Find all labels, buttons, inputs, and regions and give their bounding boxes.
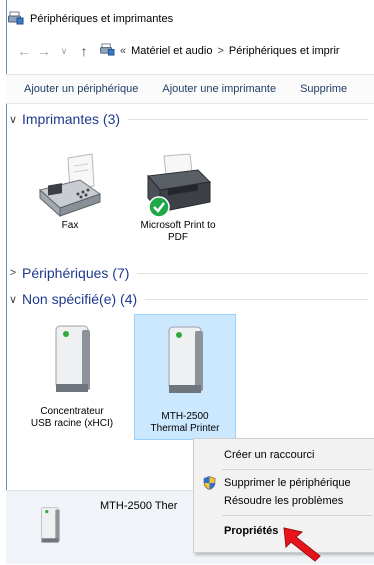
device-label-line1: Concentrateur bbox=[40, 406, 104, 417]
red-pointer-arrow-icon bbox=[282, 526, 324, 565]
breadcrumb: « Matériel et audio > Périphériques et i… bbox=[100, 43, 340, 59]
menu-item-label: Résoudre les problèmes bbox=[224, 495, 344, 507]
menu-item-label: Créer un raccourci bbox=[224, 449, 315, 461]
collapse-chevron-icon[interactable]: > bbox=[6, 267, 20, 279]
device-mth-2500-thermal-printer[interactable]: MTH-2500 Thermal Printer bbox=[134, 314, 236, 440]
device-microsoft-print-to-pdf[interactable]: Microsoft Print to PDF bbox=[128, 150, 228, 260]
group-header-unspecified[interactable]: ∨ Non spécifié(e) (4) bbox=[6, 290, 374, 308]
menu-item-create-shortcut[interactable]: Créer un raccourci bbox=[194, 445, 374, 465]
details-device-icon bbox=[34, 501, 66, 554]
group-divider bbox=[145, 298, 368, 300]
menu-separator bbox=[222, 515, 372, 516]
group-divider bbox=[128, 118, 368, 120]
breadcrumb-hardware-sound[interactable]: Matériel et audio bbox=[131, 45, 212, 57]
device-usb-root-hub[interactable]: Concentrateur USB racine (xHCI) bbox=[20, 318, 124, 438]
location-icon bbox=[100, 43, 115, 59]
add-device-button[interactable]: Ajouter un périphérique bbox=[6, 83, 150, 95]
expand-chevron-icon[interactable]: ∨ bbox=[6, 293, 20, 306]
menu-item-label: Supprimer le périphérique bbox=[224, 477, 351, 489]
menu-item-remove-device[interactable]: Supprimer le périphérique bbox=[194, 473, 374, 493]
remove-device-button[interactable]: Supprime bbox=[288, 83, 359, 95]
breadcrumb-devices-printers[interactable]: Périphériques et imprir bbox=[229, 45, 340, 57]
menu-separator bbox=[222, 469, 372, 470]
breadcrumb-separator[interactable]: > bbox=[217, 45, 223, 57]
device-fax[interactable]: Fax bbox=[26, 150, 114, 250]
device-label-line2: PDF bbox=[168, 232, 188, 243]
device-label: Fax bbox=[61, 220, 79, 231]
group-header-printers[interactable]: ∨ Imprimantes (3) bbox=[6, 110, 374, 128]
add-printer-button[interactable]: Ajouter une imprimante bbox=[150, 83, 288, 95]
generic-device-icon bbox=[135, 315, 235, 411]
printer-icon bbox=[128, 150, 228, 220]
devices-printers-icon bbox=[8, 11, 24, 28]
expand-chevron-icon[interactable]: ∨ bbox=[6, 113, 20, 126]
command-bar: Ajouter un périphérique Ajouter une impr… bbox=[6, 74, 374, 104]
device-label-line2: Thermal Printer bbox=[150, 423, 220, 434]
group-header-devices[interactable]: > Périphériques (7) bbox=[6, 264, 374, 282]
group-divider bbox=[137, 272, 368, 274]
forward-icon[interactable]: → bbox=[34, 41, 54, 61]
device-label-line1: Microsoft Print to bbox=[140, 220, 216, 231]
window-title: Périphériques et imprimantes bbox=[30, 13, 174, 25]
device-label-line2: USB racine (xHCI) bbox=[30, 418, 114, 429]
default-printer-check-icon bbox=[148, 196, 170, 222]
address-bar: ← → ∨ ↑ « Matériel et audio > Périphériq… bbox=[14, 40, 374, 62]
back-icon[interactable]: ← bbox=[14, 41, 34, 61]
group-label-unspecified: Non spécifié(e) (4) bbox=[22, 291, 138, 307]
group-label-printers: Imprimantes (3) bbox=[22, 111, 121, 127]
menu-item-troubleshoot[interactable]: Résoudre les problèmes bbox=[194, 491, 374, 511]
breadcrumb-overflow[interactable]: « bbox=[120, 45, 126, 57]
generic-device-icon bbox=[20, 318, 124, 406]
menu-item-label: Propriétés bbox=[224, 525, 279, 537]
group-label-devices: Périphériques (7) bbox=[22, 265, 130, 281]
recent-locations-chevron-icon[interactable]: ∨ bbox=[54, 41, 74, 61]
fax-icon bbox=[26, 150, 114, 220]
title-bar: Périphériques et imprimantes bbox=[8, 8, 173, 30]
up-arrow-icon[interactable]: ↑ bbox=[74, 41, 94, 61]
details-device-name: MTH-2500 Ther bbox=[100, 500, 178, 512]
device-label-line1: MTH-2500 bbox=[161, 411, 209, 422]
